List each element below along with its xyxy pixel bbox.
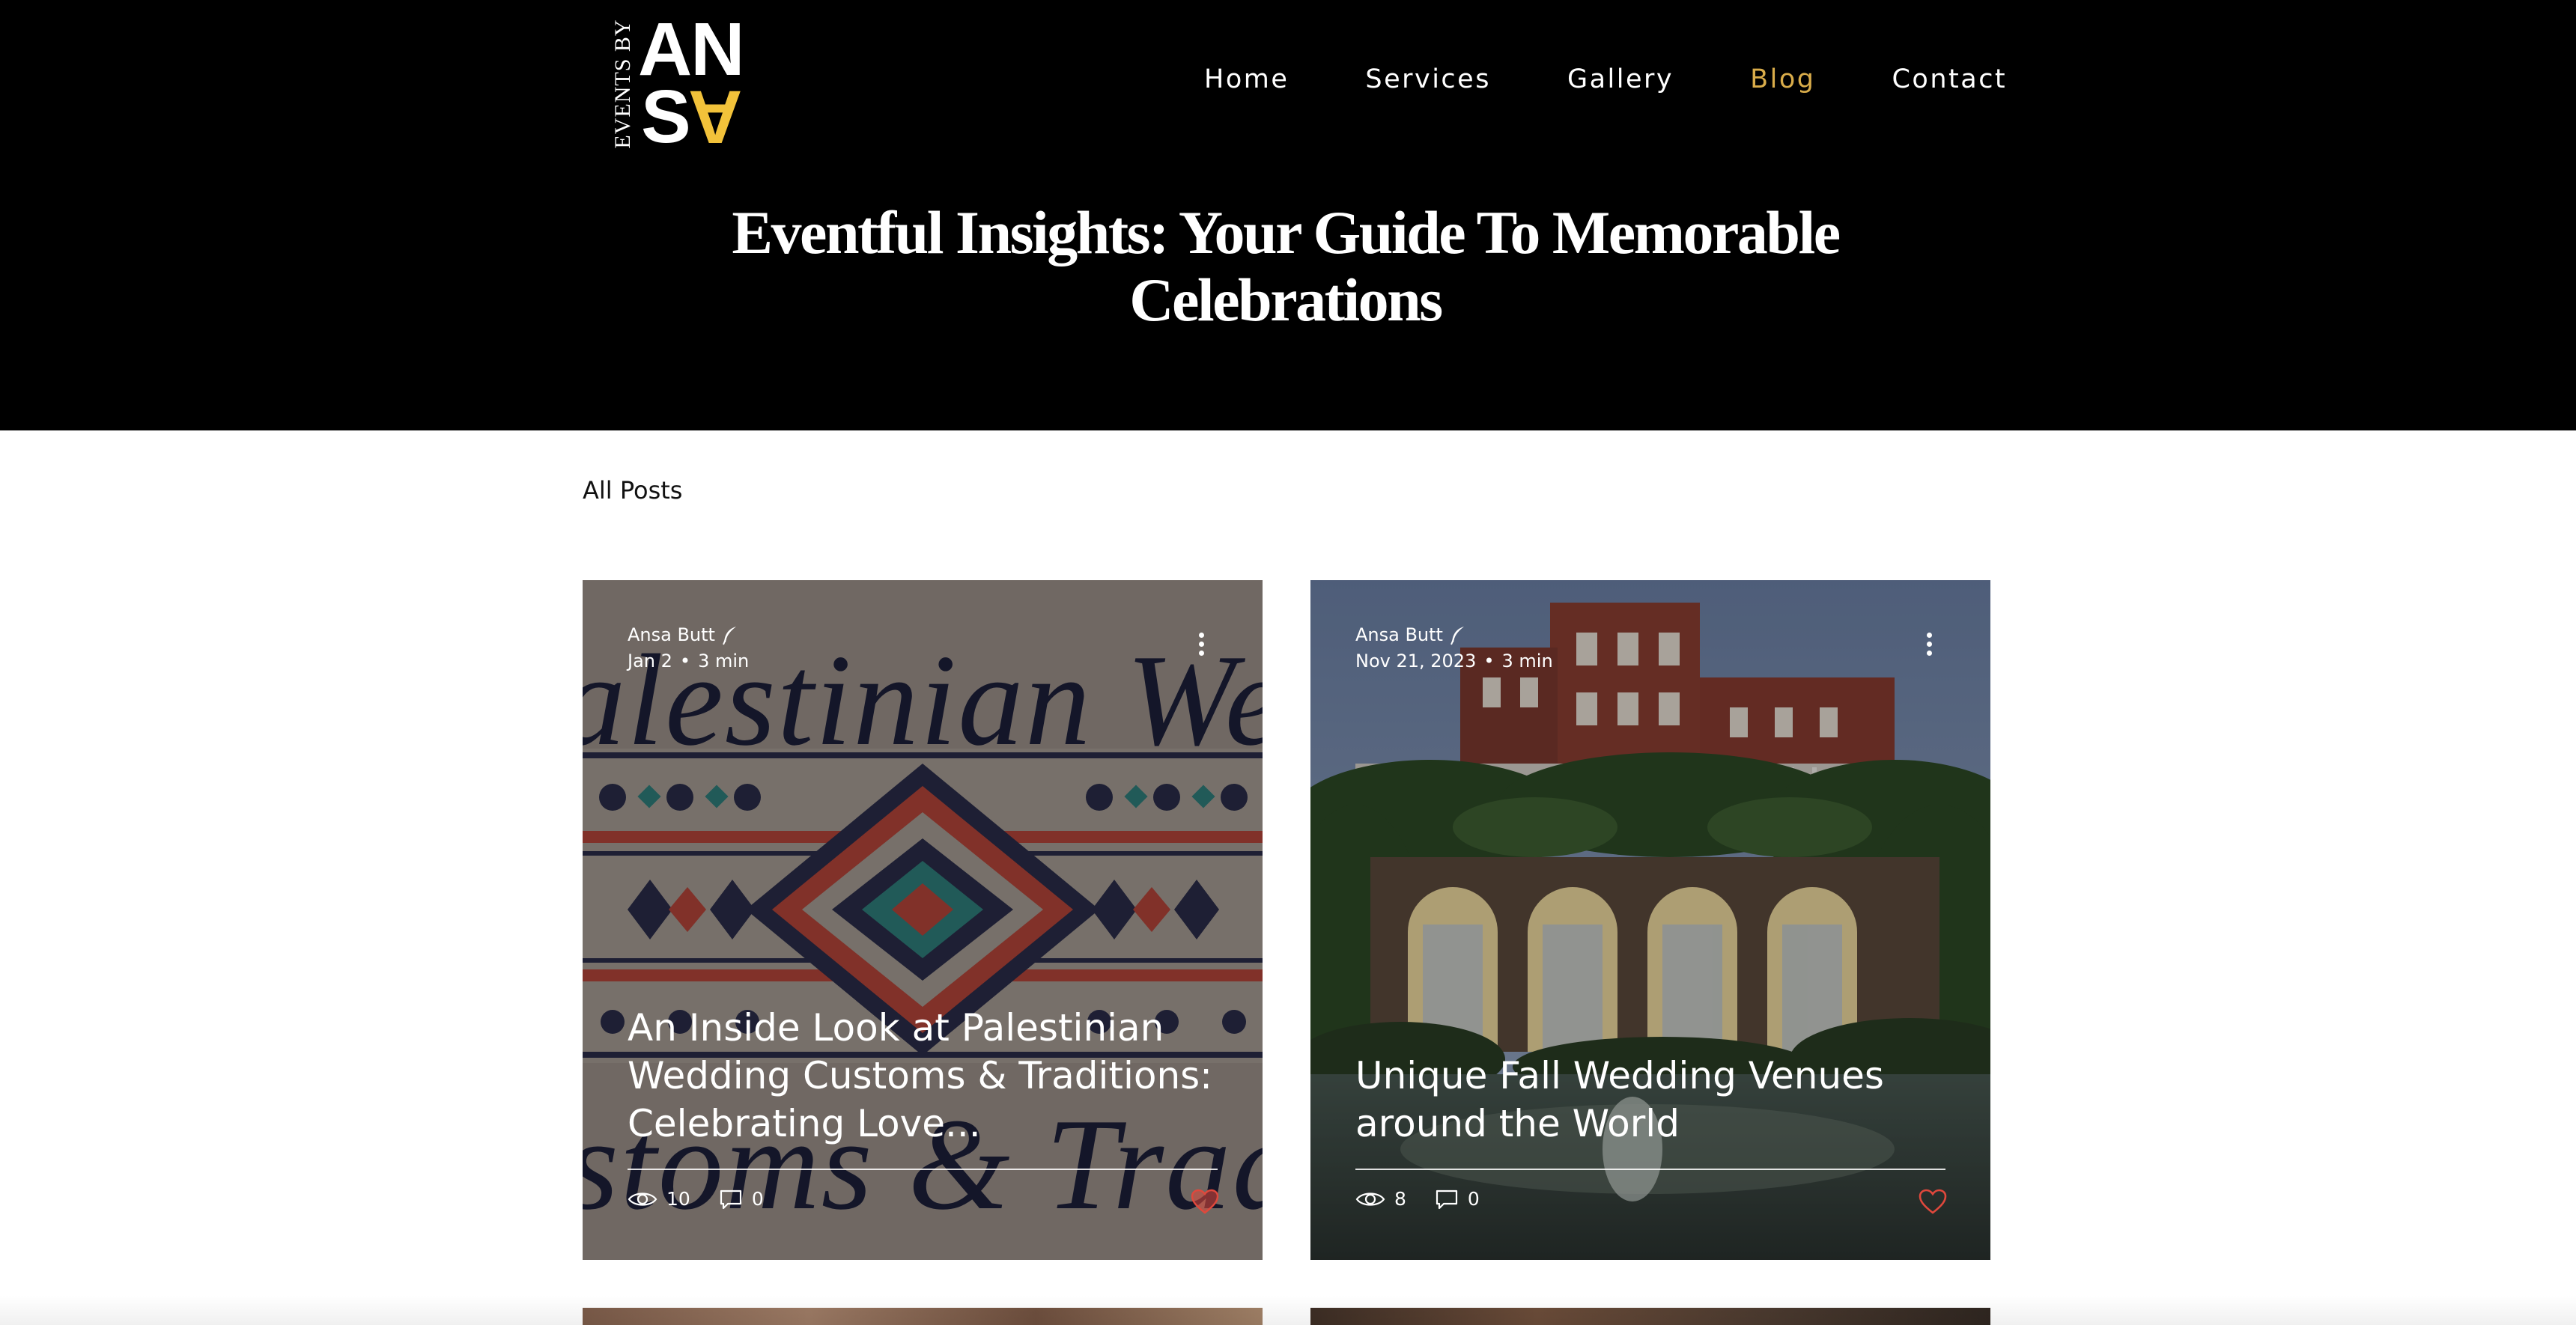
nav-home[interactable]: Home	[1204, 64, 1289, 94]
read-time: 3 min	[1501, 651, 1553, 671]
quill-icon	[723, 626, 736, 645]
post-meta: Ansa Butt Jan 2 • 3 min	[628, 622, 749, 674]
more-options-icon[interactable]	[1922, 633, 1936, 660]
all-posts-link[interactable]: All Posts	[583, 476, 682, 505]
scroll-shadow	[0, 1295, 2576, 1325]
post-date: Jan 2	[628, 651, 672, 671]
post-card-fall-wedding-venues[interactable]: Ansa Butt Nov 21, 2023 • 3 min Unique Fall…	[1310, 580, 1990, 1260]
card-divider	[628, 1169, 1218, 1170]
post-meta: Ansa Butt Nov 21, 2023 • 3 min	[1355, 622, 1553, 674]
read-time: 3 min	[698, 651, 750, 671]
logo-bottom-letters: SA	[641, 75, 742, 159]
events-by-ansa-logo[interactable]: EVENTS BY AN SA	[608, 12, 765, 159]
comment-icon	[720, 1190, 741, 1209]
page-title: Eventful Insights: Your Guide To Memorab…	[732, 198, 1841, 334]
nav-gallery[interactable]: Gallery	[1567, 64, 1674, 94]
card-divider	[1355, 1169, 1945, 1170]
post-date: Nov 21, 2023	[1355, 651, 1477, 671]
nav-blog[interactable]: Blog	[1750, 64, 1815, 94]
post-stats: 8 0	[1355, 1188, 1508, 1210]
main-nav: Home Services Gallery Blog Contact	[1204, 64, 2007, 94]
comment-icon	[1436, 1190, 1458, 1209]
quill-icon	[1450, 626, 1464, 645]
heart-outline-icon[interactable]	[1919, 1189, 1947, 1214]
card-overlay	[583, 580, 1263, 1260]
author-name[interactable]: Ansa Butt	[1355, 622, 1443, 648]
post-card-teaser[interactable]	[583, 1308, 1263, 1325]
site-header: EVENTS BY AN SA Home Services Gallery Bl…	[0, 0, 2576, 430]
eye-icon	[628, 1192, 657, 1206]
post-card-teaser[interactable]	[1310, 1308, 1990, 1325]
view-count: 10	[666, 1188, 690, 1210]
post-card-palestinian-wedding[interactable]: alestinian Weddi stoms & Traditio Ansa B…	[583, 580, 1263, 1260]
more-options-icon[interactable]	[1194, 633, 1209, 660]
comment-count: 0	[751, 1188, 764, 1210]
comment-count: 0	[1467, 1188, 1480, 1210]
post-title[interactable]: An Inside Look at Palestinian Wedding Cu…	[628, 1004, 1227, 1148]
post-title[interactable]: Unique Fall Wedding Venues around the Wo…	[1355, 1052, 1954, 1148]
heart-icon[interactable]	[1191, 1189, 1219, 1214]
view-count: 8	[1394, 1188, 1406, 1210]
card-overlay	[1310, 580, 1990, 1260]
logo-side-text: EVENTS BY	[610, 19, 635, 149]
eye-icon	[1355, 1192, 1385, 1206]
nav-services[interactable]: Services	[1365, 64, 1491, 94]
post-stats: 10 0	[628, 1188, 792, 1210]
nav-contact[interactable]: Contact	[1892, 64, 2007, 94]
author-name[interactable]: Ansa Butt	[628, 622, 715, 648]
